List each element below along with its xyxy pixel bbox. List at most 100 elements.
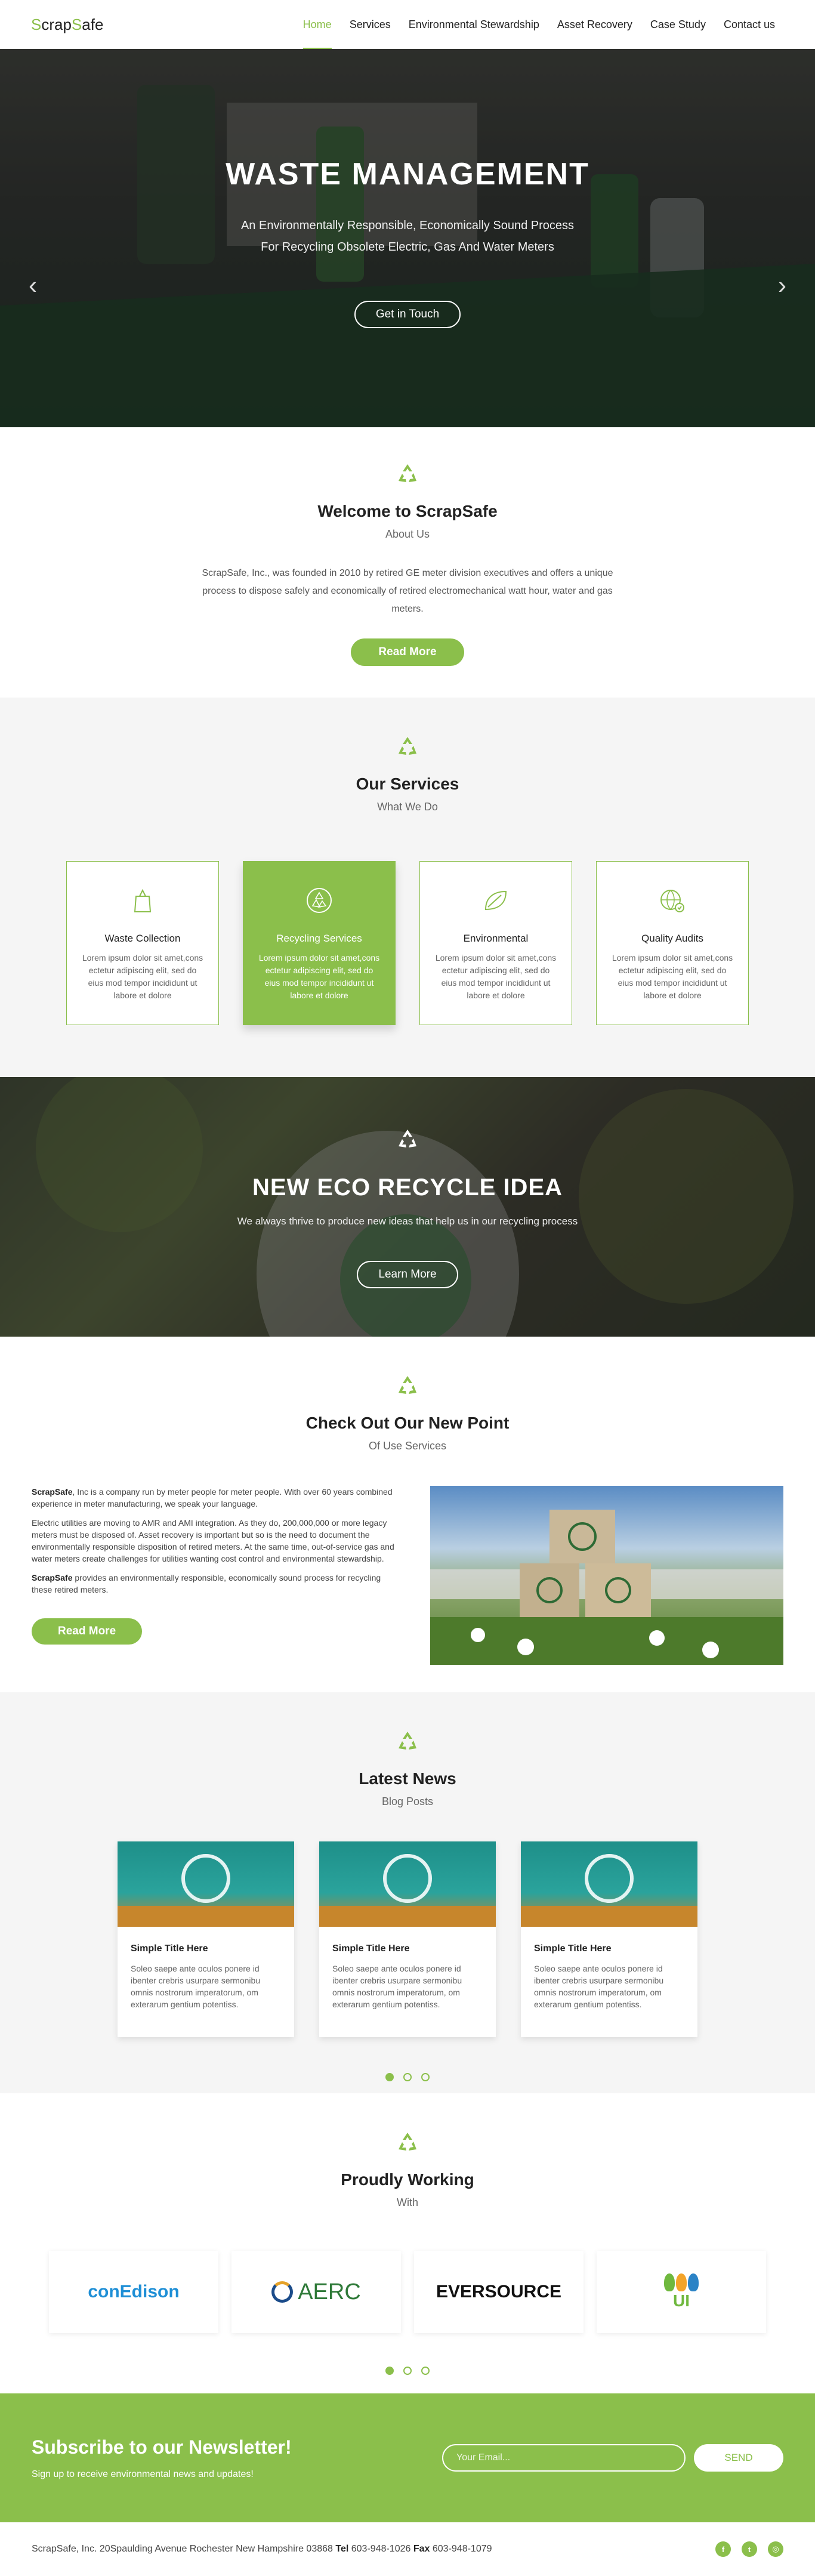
news-image [118,1841,294,1927]
partner-logo-ui[interactable]: UI [597,2251,766,2333]
footer: ScrapSafe, Inc. 20Spaulding Avenue Roche… [0,2522,815,2576]
service-card-text: Lorem ipsum dolor sit amet,cons ectetur … [435,953,557,1000]
news-card[interactable]: Simple Title Here Soleo saepe ante oculo… [319,1841,496,2037]
point-paragraph-3: ScrapSafe provides an environmentally re… [32,1572,396,1596]
logo-s1: S [31,15,42,33]
pagination-dot-1[interactable] [385,2073,394,2081]
chevron-left-icon[interactable]: ‹ [29,271,37,300]
aerc-emblem-icon [271,2281,294,2303]
point-title: Check Out Our New Point [305,1414,510,1432]
point-paragraph-1: ScrapSafe, Inc is a company run by meter… [32,1486,396,1510]
partner-logo-eversource[interactable]: EVERSOURCE [414,2251,584,2333]
service-card-title: Quality Audits [641,933,703,944]
hero-title: WASTE MANAGEMENT [226,157,589,192]
recycle-bin-illustration [319,1854,496,1927]
news-row: Simple Title Here Soleo saepe ante oculo… [0,1841,815,2037]
news-card[interactable]: Simple Title Here Soleo saepe ante oculo… [118,1841,294,2037]
recycle-icon [399,1732,416,1750]
services-subtitle: What We Do [377,801,438,813]
newsletter-text: Sign up to receive environmental news an… [32,2469,254,2479]
point-paragraph-2: Electric utilities are moving to AMR and… [32,1518,394,1563]
nav-contact-us[interactable]: Contact us [715,0,784,49]
news-pagination [0,2073,815,2081]
news-card-title: Simple Title Here [131,1943,208,1954]
recycle-bin-illustration [521,1854,697,1927]
news-subtitle: Blog Posts [381,1796,434,1807]
twitter-icon[interactable]: t [742,2541,757,2557]
news-image [319,1841,496,1927]
welcome-read-more-button[interactable]: Read More [351,638,464,666]
facebook-icon[interactable]: f [715,2541,731,2557]
pagination-dot-2[interactable] [403,2073,412,2081]
news-card-title: Simple Title Here [534,1943,612,1954]
brand-name: ScrapSafe [32,1487,73,1497]
globe-check-icon [660,890,684,912]
nav-services[interactable]: Services [341,0,400,49]
chevron-right-icon[interactable]: › [778,271,786,300]
recycle-boxes-illustration [430,1510,783,1665]
recycle-icon [399,2133,416,2151]
service-cards: Waste Collection Lorem ipsum dolor sit a… [0,861,815,1025]
service-card-text: Lorem ipsum dolor sit amet,cons ectetur … [612,953,733,1000]
footer-address: ScrapSafe, Inc. 20Spaulding Avenue Roche… [32,2544,333,2554]
point-subtitle: Of Use Services [368,1440,447,1452]
partners-pagination [0,2367,815,2375]
news-card-title: Simple Title Here [332,1943,410,1954]
newsletter-form: SEND [442,2444,783,2472]
nav-asset-recovery[interactable]: Asset Recovery [548,0,641,49]
get-in-touch-button[interactable]: Get in Touch [354,301,461,328]
recycle-icon [399,464,416,482]
partners-subtitle: With [397,2196,418,2208]
news-card[interactable]: Simple Title Here Soleo saepe ante oculo… [521,1841,697,2037]
logo-text1: crap [41,15,72,33]
logo[interactable]: ScrapSafe [31,16,103,34]
nav-environmental-stewardship[interactable]: Environmental Stewardship [400,0,548,49]
news-card-text: Soleo saepe ante oculos ponere id ibente… [332,1964,462,2009]
hero-line-1: An Environmentally Responsible, Economic… [240,219,575,232]
welcome-title: Welcome to ScrapSafe [317,502,498,520]
eco-title: NEW ECO RECYCLE IDEA [252,1174,563,1201]
brand-name: ScrapSafe [32,1573,73,1582]
service-card-waste-collection[interactable]: Waste Collection Lorem ipsum dolor sit a… [66,861,219,1025]
tel-label: Tel [335,2544,349,2554]
recycle-bin-illustration [118,1854,294,1927]
service-card-quality-audits[interactable]: Quality Audits Lorem ipsum dolor sit ame… [596,861,749,1025]
pagination-dot-3[interactable] [421,2073,430,2081]
pagination-dot-2[interactable] [403,2367,412,2375]
recycle-sphere-icon [307,888,332,913]
service-card-title: Waste Collection [104,933,181,944]
partner-logo-aerc[interactable]: AERC [231,2251,401,2333]
eco-text: We always thrive to produce new ideas th… [237,1215,578,1227]
send-button[interactable]: SEND [694,2444,783,2472]
pagination-dot-3[interactable] [421,2367,430,2375]
newsletter-section: Subscribe to our Newsletter! Sign up to … [0,2393,815,2522]
learn-more-button[interactable]: Learn More [357,1261,458,1288]
nav-links: Home Services Environmental Stewardship … [294,0,784,49]
recycle-icon [399,737,416,755]
partner-logos: conEdison AERC EVERSOURCE UI [0,2251,815,2333]
point-body: ScrapSafe, Inc is a company run by meter… [0,1486,815,1665]
news-card-text: Soleo saepe ante oculos ponere id ibente… [131,1964,261,2009]
instagram-icon[interactable]: ◎ [768,2541,783,2557]
news-title: Latest News [359,1769,456,1788]
social-links: f t ◎ [715,2541,783,2557]
point-read-more-button[interactable]: Read More [32,1618,143,1645]
partner-logo-conedison[interactable]: conEdison [49,2251,218,2333]
conedison-logo-text: conEdison [88,2282,180,2302]
partners-section: Proudly Working With conEdison AERC EVER… [0,2093,815,2393]
logo-text2: afe [82,15,104,33]
services-section: Our Services What We Do Waste Collection… [0,698,815,1077]
pagination-dot-1[interactable] [385,2367,394,2375]
service-card-environmental[interactable]: Environmental Lorem ipsum dolor sit amet… [419,861,572,1025]
nav-home[interactable]: Home [294,0,341,49]
aerc-logo-text: AERC [298,2279,361,2304]
email-input[interactable] [442,2444,686,2472]
nav-case-study[interactable]: Case Study [641,0,715,49]
trash-bag-icon [134,889,152,912]
service-card-recycling-services[interactable]: Recycling Services Lorem ipsum dolor sit… [243,861,396,1025]
service-card-text: Lorem ipsum dolor sit amet,cons ectetur … [82,953,203,1000]
welcome-section: Welcome to ScrapSafe About Us ScrapSafe,… [0,427,815,698]
news-card-text: Soleo saepe ante oculos ponere id ibente… [534,1964,664,2009]
footer-contact: ScrapSafe, Inc. 20Spaulding Avenue Roche… [32,2544,492,2555]
eco-content: NEW ECO RECYCLE IDEA We always thrive to… [0,1126,815,1288]
